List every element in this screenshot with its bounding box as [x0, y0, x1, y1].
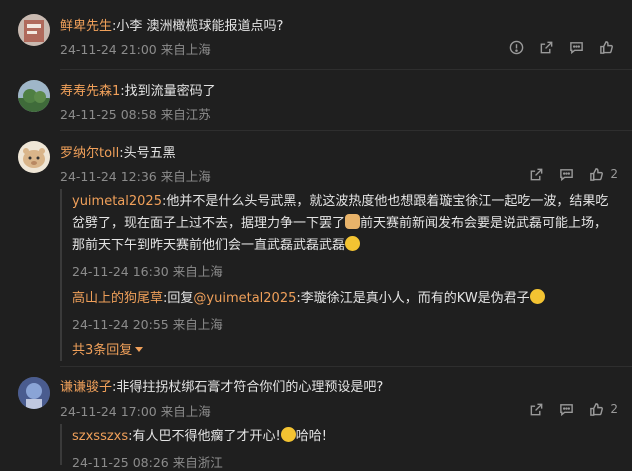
reply-location: 来自上海 — [172, 264, 223, 279]
reply-username[interactable]: 高山上的狗尾草 — [72, 291, 163, 306]
expand-replies-button[interactable]: 共3条回复 — [72, 343, 144, 358]
share-icon[interactable] — [524, 165, 548, 183]
comment-item: 谦谦骏子:非得拄拐杖绑石膏才符合你们的心理预设是吧? 24-11-24 17:0… — [0, 367, 632, 470]
replies-box: szxsszxs:有人巴不得他瘸了才开心! 哈哈! 24-11-25 08:26 … — [60, 424, 632, 470]
comment-date: 24-11-25 08:58 — [60, 107, 157, 122]
share-icon[interactable] — [534, 38, 558, 56]
laugh-emoji-icon — [280, 427, 296, 442]
reply-item: szxsszxs:有人巴不得他瘸了才开心! 哈哈! 24-11-25 08:26 … — [72, 426, 624, 471]
comment-text: :非得拄拐杖绑石膏才符合你们的心理预设是吧? — [112, 380, 384, 395]
comment-location: 来自上海 — [160, 169, 211, 184]
username[interactable]: 鲜卑先生 — [60, 19, 112, 34]
comment-text: :找到流量密码了 — [120, 84, 216, 99]
reply-date: 24-11-24 16:30 — [72, 264, 169, 279]
like-count: 2 — [610, 402, 618, 416]
reply-text: szxsszxs:有人巴不得他瘸了才开心! 哈哈! — [72, 427, 327, 444]
comment-text: :头号五黑 — [119, 146, 176, 161]
comment-text: :小李 澳洲橄榄球能报道点吗? — [112, 19, 284, 34]
reply-location: 来自浙江 — [172, 455, 223, 470]
reply-date: 24-11-25 08:26 — [72, 455, 169, 470]
like-count: 2 — [610, 167, 618, 181]
like-icon[interactable] — [594, 38, 618, 56]
reply-date: 24-11-24 20:55 — [72, 317, 169, 332]
share-icon[interactable] — [524, 400, 548, 418]
reply-username[interactable]: szxsszxs — [72, 429, 128, 444]
reply-location: 来自上海 — [172, 317, 223, 332]
like-icon[interactable] — [584, 400, 608, 418]
report-icon[interactable] — [504, 38, 528, 56]
comment-date: 24-11-24 21:00 — [60, 42, 157, 57]
avatar[interactable] — [18, 14, 50, 46]
comment-item: 罗纳尔toll:头号五黑 24-11-24 12:36 来自上海 2 yuime… — [0, 131, 632, 366]
comment-item: 寿寿先森1:找到流量密码了 24-11-25 08:58 来自江苏 — [0, 70, 632, 130]
replies-box: yuimetal2025:他并不是什么头号武黑，就这波热度他也想跟着璇宝徐江一起… — [60, 189, 632, 361]
username[interactable]: 罗纳尔toll — [60, 146, 119, 161]
comment-location: 来自上海 — [160, 42, 211, 57]
like-icon[interactable] — [584, 165, 608, 183]
comment-location: 来自江苏 — [160, 107, 211, 122]
comment-date: 24-11-24 17:00 — [60, 404, 157, 419]
laugh-emoji-icon — [529, 289, 545, 304]
grin-emoji-icon — [345, 236, 361, 251]
reply-text: 高山上的狗尾草:回复@yuimetal2025:李璇徐江是真小人，而有的KW是伪… — [72, 288, 624, 310]
caret-down-icon — [135, 347, 144, 352]
avatar[interactable] — [18, 377, 50, 409]
comment-date: 24-11-24 12:36 — [60, 169, 157, 184]
comment-icon[interactable] — [554, 400, 578, 418]
comment-location: 来自上海 — [160, 404, 211, 419]
reply-username[interactable]: yuimetal2025 — [72, 194, 162, 209]
reply-item: 高山上的狗尾草:回复@yuimetal2025:李璇徐江是真小人，而有的KW是伪… — [72, 288, 624, 333]
username[interactable]: 寿寿先森1 — [60, 84, 120, 99]
avatar[interactable] — [18, 141, 50, 173]
username[interactable]: 谦谦骏子 — [60, 380, 112, 395]
comment-icon[interactable] — [554, 165, 578, 183]
reply-item: yuimetal2025:他并不是什么头号武黑，就这波热度他也想跟着璇宝徐江一起… — [72, 191, 624, 280]
reply-text: yuimetal2025:他并不是什么头号武黑，就这波热度他也想跟着璇宝徐江一起… — [72, 194, 609, 253]
dog-emoji-icon — [345, 214, 361, 229]
mention-link[interactable]: @yuimetal2025 — [193, 291, 296, 306]
comment-icon[interactable] — [564, 38, 588, 56]
avatar[interactable] — [18, 80, 50, 112]
comment-item: 鲜卑先生:小李 澳洲橄榄球能报道点吗? 24-11-24 21:00 来自上海 — [0, 0, 632, 70]
